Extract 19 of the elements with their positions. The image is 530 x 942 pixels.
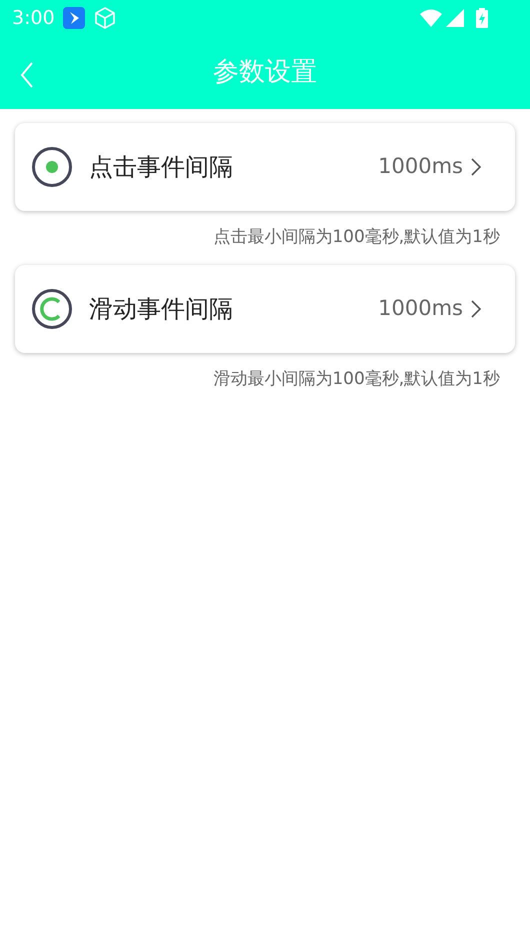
setting-value: 1000ms [378,153,463,180]
setting-value: 1000ms [378,294,463,322]
page-title: 参数设置 [213,56,317,89]
setting-label: 滑动事件间隔 [89,294,233,324]
setting-hint: 点击最小间隔为100毫秒,默认值为1秒 [213,227,500,247]
ring-icon [31,288,73,330]
chevron-right-icon [471,158,481,176]
wifi-icon [420,9,442,27]
setting-label: 点击事件间隔 [89,152,233,183]
status-time: 3:00 [12,6,55,31]
battery-icon [476,8,488,28]
signal-icon [446,9,464,27]
target-icon [31,146,73,188]
setting-card[interactable]: 滑动事件间隔 1000ms [15,264,515,352]
chevron-right-icon [471,300,481,318]
app-notification-icon [62,7,85,29]
setting-hint: 滑动最小间隔为100毫秒,默认值为1秒 [213,368,500,388]
setting-card[interactable]: 点击事件间隔 1000ms [15,123,515,211]
cube-icon [92,6,117,30]
